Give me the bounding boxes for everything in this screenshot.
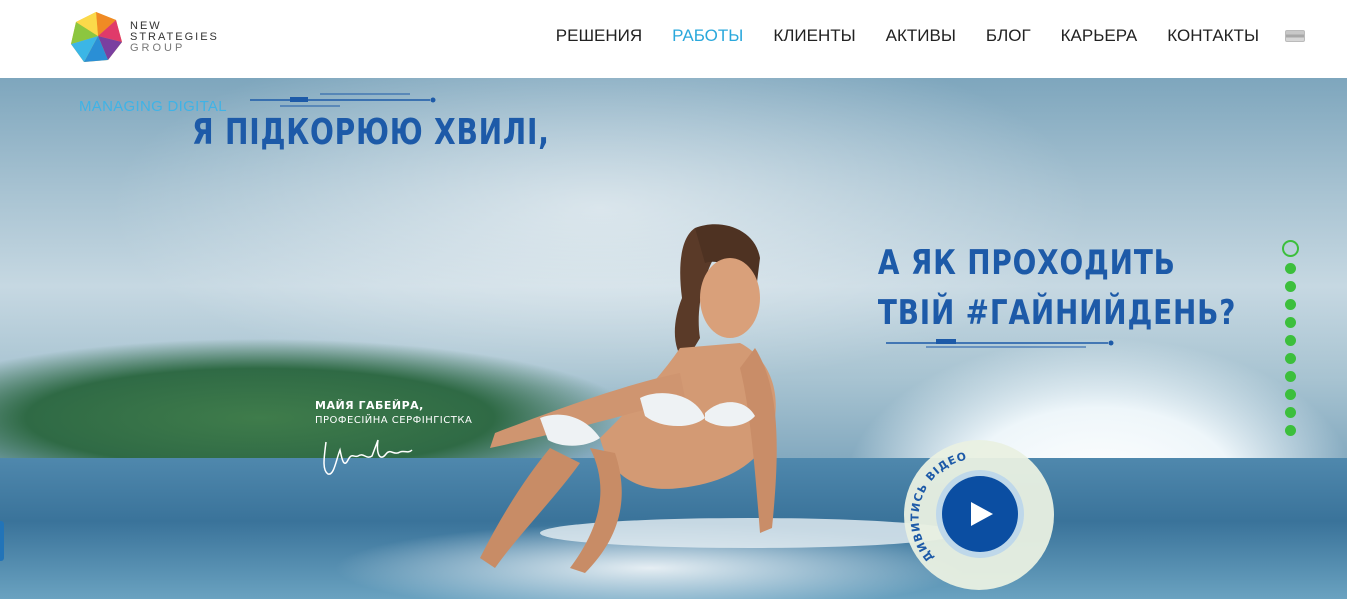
video-label[interactable]: ДИВИТИСЬ ВІДЕО — [908, 450, 968, 565]
hero-question-line-2: ТВІЙ #ГАЙНИЙДЕНЬ? — [877, 293, 1237, 333]
hero-banner: MANAGING DIGITAL Я ПІДКОРЮЮ ХВИЛІ, А ЯК … — [0, 78, 1347, 599]
caption-role: ПРОФЕСІЙНА СЕРФІНГІСТКА — [315, 415, 473, 426]
nav-item-career[interactable]: КАРЬЕРА — [1061, 25, 1138, 47]
video-badge: ДИВИТИСЬ ВІДЕО — [904, 440, 1054, 590]
polyhedron-logo-icon — [71, 12, 122, 62]
pager-dot[interactable] — [1281, 240, 1299, 257]
logo-line-2: STRATEGIES — [130, 30, 219, 43]
nav-item-assets[interactable]: АКТИВЫ — [886, 25, 956, 47]
pager-dot[interactable] — [1284, 407, 1296, 418]
pager-dot[interactable] — [1284, 353, 1296, 364]
surfer-caption: МАЙЯ ГАБЕЙРА, ПРОФЕСІЙНА СЕРФІНГІСТКА — [315, 398, 472, 428]
side-tab[interactable] — [0, 521, 4, 561]
pager-dot[interactable] — [1284, 263, 1296, 274]
nav-item-solutions[interactable]: РЕШЕНИЯ — [556, 25, 642, 47]
hero-question-line-1: А ЯК ПРОХОДИТЬ — [877, 243, 1176, 283]
logo-line-3: GROUP — [130, 41, 186, 54]
hero-headline: Я ПІДКОРЮЮ ХВИЛІ, — [192, 112, 550, 153]
logo[interactable]: NEW STRATEGIES GROUP — [68, 10, 238, 64]
pager-dot[interactable] — [1284, 299, 1296, 310]
video-label-arc: ДИВИТИСЬ ВІДЕО — [908, 450, 968, 565]
nav-item-clients[interactable]: КЛИЕНТЫ — [773, 25, 855, 47]
decorative-lines-2 — [886, 339, 1114, 348]
decorative-lines — [250, 93, 436, 107]
nav-item-blog[interactable]: БЛОГ — [986, 25, 1031, 47]
surfer-photo — [480, 224, 777, 573]
pager-dot[interactable] — [1284, 281, 1296, 292]
flag-icon[interactable] — [1285, 30, 1305, 42]
slide-pager — [1281, 240, 1299, 443]
pager-dot[interactable] — [1284, 389, 1296, 400]
pager-dot[interactable] — [1284, 317, 1296, 328]
pager-dot[interactable] — [1284, 425, 1296, 436]
pager-dot[interactable] — [1284, 335, 1296, 346]
hero-question: А ЯК ПРОХОДИТЬ ТВІЙ #ГАЙНИЙДЕНЬ? — [850, 238, 1237, 338]
nav-item-contacts[interactable]: КОНТАКТЫ — [1167, 25, 1259, 47]
site-header: NEW STRATEGIES GROUP РЕШЕНИЯ РАБОТЫ КЛИЕ… — [0, 0, 1347, 78]
signature-icon — [323, 439, 413, 475]
nav-item-works[interactable]: РАБОТЫ — [672, 25, 743, 47]
logo-line-1: NEW — [130, 19, 162, 32]
main-nav: РЕШЕНИЯ РАБОТЫ КЛИЕНТЫ АКТИВЫ БЛОГ КАРЬЕ… — [526, 25, 1259, 47]
pager-dot[interactable] — [1284, 371, 1296, 382]
caption-name: МАЙЯ ГАБЕЙРА, — [315, 399, 424, 412]
logo-wordmark: NEW STRATEGIES GROUP — [130, 19, 219, 54]
svg-text:ДИВИТИСЬ ВІДЕО: ДИВИТИСЬ ВІДЕО — [908, 450, 968, 565]
